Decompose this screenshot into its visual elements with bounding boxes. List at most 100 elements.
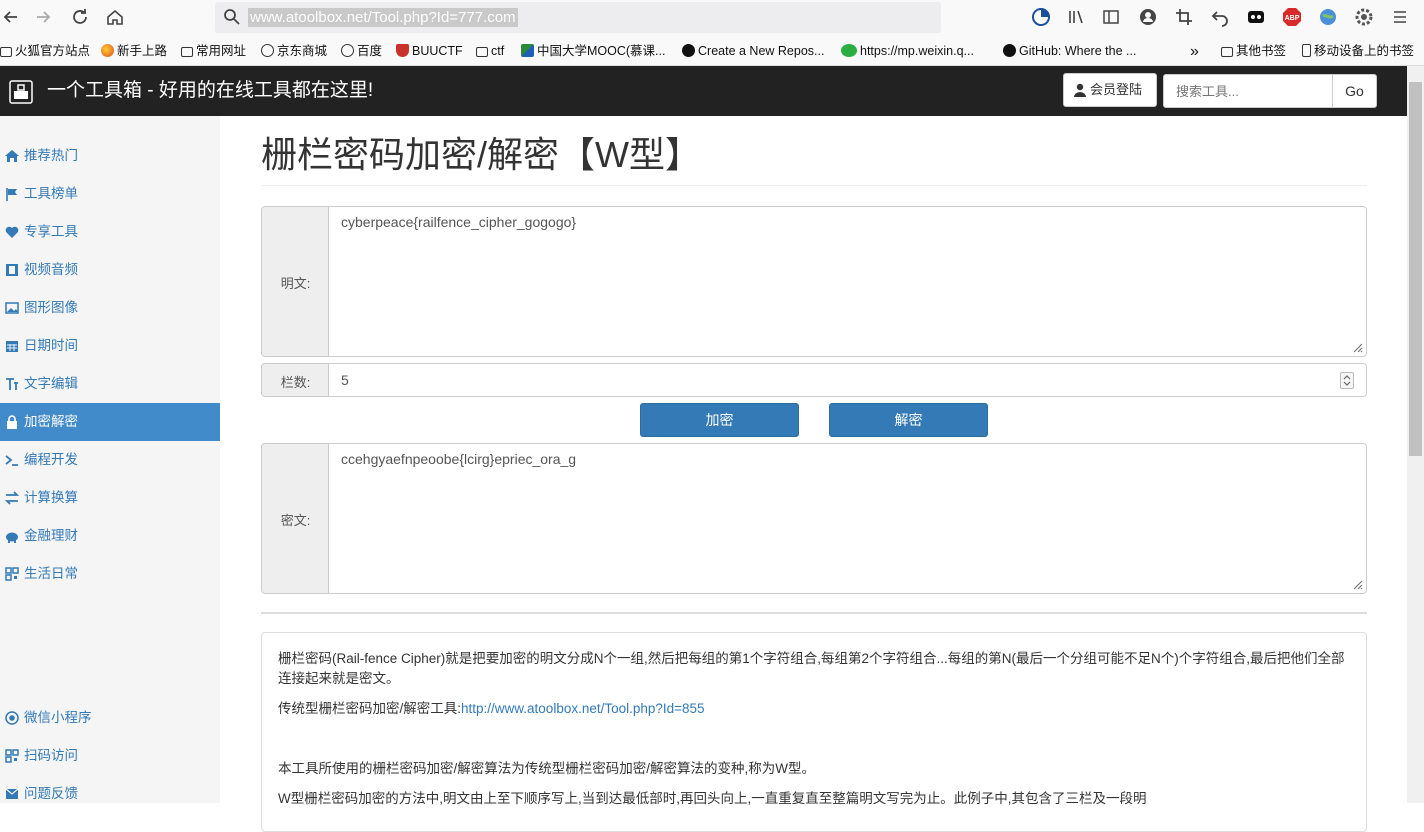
tool-search-input[interactable] (1163, 74, 1333, 108)
sidebar-item-graphics[interactable]: 图形图像 (0, 289, 220, 327)
undo-icon[interactable] (1210, 7, 1230, 27)
sidebar-item-scan-visit[interactable]: 扫码访问 (0, 737, 220, 775)
plaintext-label-addon: 明文: (262, 207, 329, 356)
scrollbar-thumb[interactable] (1409, 82, 1422, 456)
sidebar-item-video-audio[interactable]: 视频音频 (0, 251, 220, 289)
link-prefix-text: 传统型栅栏密码加密/解密工具: (278, 701, 462, 716)
qrcode-icon (5, 567, 19, 581)
folder-icon (181, 47, 193, 57)
bookmark-item[interactable]: GitHub: Where the ... (1003, 43, 1136, 60)
rails-number-input[interactable]: 5 (329, 364, 1366, 396)
plaintext-group: 明文: cyberpeace{railfence_cipher_gogogo} (261, 206, 1367, 357)
flag-icon (521, 44, 534, 57)
flag-icon (6, 188, 17, 201)
globe-extension-icon[interactable] (1318, 7, 1338, 27)
lock-icon (7, 415, 17, 429)
sidebar-item-calculation[interactable]: 计算换算 (0, 479, 220, 517)
extension-icon[interactable] (1246, 7, 1266, 27)
search-icon (224, 9, 240, 25)
transfer-icon (5, 491, 19, 505)
search-go-button[interactable]: Go (1332, 74, 1377, 108)
folder-icon (476, 47, 488, 57)
description-paragraph: 栅栏密码(Rail-fence Cipher)就是把要加密的明文分成N个一组,然… (278, 651, 1345, 686)
folder-icon (1221, 47, 1233, 57)
menu-icon[interactable] (1390, 7, 1410, 27)
plaintext-label: 明文: (280, 276, 311, 291)
bookmark-item[interactable]: 移动设备上的书签 (1302, 43, 1414, 60)
sidebar-item-text-edit[interactable]: 文字编辑 (0, 365, 220, 403)
sidebar-item-datetime[interactable]: 日期时间 (0, 327, 220, 365)
plaintext-textarea[interactable]: cyberpeace{railfence_cipher_gogogo} (329, 207, 1366, 356)
ciphertext-group: 密文: ccehgyaefnpeoobe{lcirg}epriec_ora_g (261, 443, 1367, 594)
bookmark-item[interactable]: https://mp.weixin.q... (841, 43, 974, 60)
decrypt-button[interactable]: 解密 (829, 403, 988, 437)
ciphertext-label-addon: 密文: (262, 444, 329, 593)
terminal-icon (5, 455, 18, 466)
overflow-chevron-icon[interactable]: » (1190, 43, 1199, 60)
rails-label: 栏数: (280, 375, 311, 390)
number-spinner[interactable] (1340, 372, 1354, 389)
globe-icon (341, 44, 354, 57)
bookmark-item[interactable]: 常用网址 (181, 43, 246, 60)
settings-gear-icon[interactable] (1354, 7, 1374, 27)
page-scrollbar[interactable] (1407, 66, 1424, 803)
bookmark-item[interactable]: 京东商城 (261, 43, 327, 60)
sidebar-icon[interactable] (1101, 7, 1121, 27)
sidebar-item-encryption[interactable]: 加密解密 (0, 403, 220, 441)
sidebar-item-wechat-mini[interactable]: 微信小程序 (0, 699, 220, 737)
ciphertext-label: 密文: (280, 513, 311, 528)
bookmark-item[interactable]: BUUCTF (396, 43, 463, 60)
reload-icon[interactable] (69, 6, 91, 28)
bookmark-item[interactable]: Create a New Repos... (682, 43, 824, 60)
site-title[interactable]: 一个工具箱 - 好用的在线工具都在这里! (47, 79, 373, 103)
traditional-tool-link[interactable]: http://www.atoolbox.net/Tool.php?Id=855 (461, 701, 705, 716)
sidebar-item-recommended[interactable]: 推荐热门 (0, 137, 220, 175)
github-icon (1003, 44, 1016, 57)
back-icon[interactable] (0, 6, 22, 28)
bookmark-item[interactable]: 其他书签 (1221, 43, 1286, 60)
calendar-icon (6, 341, 18, 352)
bookmark-item[interactable]: ctf (476, 43, 504, 60)
piggy-icon (6, 532, 18, 543)
home-icon (5, 150, 19, 162)
envelope-icon (5, 788, 19, 799)
library-icon[interactable] (1066, 7, 1086, 27)
description-panel: 栅栏密码(Rail-fence Cipher)就是把要加密的明文分成N个一组,然… (261, 632, 1367, 832)
spinner-arrows-icon (1343, 375, 1351, 386)
account-icon[interactable] (1138, 7, 1158, 27)
qrcode-icon (5, 749, 19, 763)
section-divider (261, 612, 1367, 614)
address-bar[interactable]: www.atoolbox.net/Tool.php?Id=777.com (215, 2, 941, 33)
folder-icon (0, 47, 12, 57)
adblock-icon[interactable]: ABP (1282, 7, 1302, 27)
timer-icon[interactable] (1031, 7, 1051, 27)
bookmark-item[interactable]: 百度 (341, 43, 382, 60)
bookmarks-bar: 火狐官方站点 新手上路 常用网址 京东商城 百度 BUUCTF ctf 中国大学… (0, 36, 1424, 66)
category-sidebar: 推荐热门 工具榜单 专享工具 视频音频 图形图像 日期时间 文字编辑 加密解密 … (0, 116, 220, 803)
toolbox-logo-icon[interactable] (8, 79, 34, 105)
encrypt-button[interactable]: 加密 (640, 403, 799, 437)
bookmark-item[interactable]: 中国大学MOOC(慕课... (521, 43, 665, 60)
globe-icon (261, 44, 274, 57)
mobile-icon (1302, 44, 1311, 57)
home-icon[interactable] (104, 6, 126, 28)
sidebar-item-ranking[interactable]: 工具榜单 (0, 175, 220, 213)
heart-icon (5, 226, 19, 238)
description-paragraph: 传统型栅栏密码加密/解密工具:http://www.atoolbox.net/T… (278, 699, 1350, 719)
crop-icon[interactable] (1174, 7, 1194, 27)
github-icon (682, 44, 695, 57)
sidebar-item-daily-life[interactable]: 生活日常 (0, 555, 220, 593)
resize-grip-icon[interactable] (1351, 341, 1363, 353)
url-text[interactable]: www.atoolbox.net/Tool.php?Id=777.com (248, 8, 518, 27)
sidebar-item-exclusive[interactable]: 专享工具 (0, 213, 220, 251)
resize-grip-icon[interactable] (1351, 578, 1363, 590)
sidebar-item-finance[interactable]: 金融理财 (0, 517, 220, 555)
page-title: 栅栏密码加密/解密【W型】 (261, 134, 701, 175)
forward-icon[interactable] (32, 6, 54, 28)
sidebar-item-feedback[interactable]: 问题反馈 (0, 775, 220, 813)
bookmark-item[interactable]: 新手上路 (101, 43, 167, 60)
member-login-button[interactable]: 会员登陆 (1063, 73, 1157, 107)
bookmark-item[interactable]: 火狐官方站点 (0, 43, 90, 60)
ciphertext-textarea[interactable]: ccehgyaefnpeoobe{lcirg}epriec_ora_g (329, 444, 1366, 593)
sidebar-item-programming[interactable]: 编程开发 (0, 441, 220, 479)
